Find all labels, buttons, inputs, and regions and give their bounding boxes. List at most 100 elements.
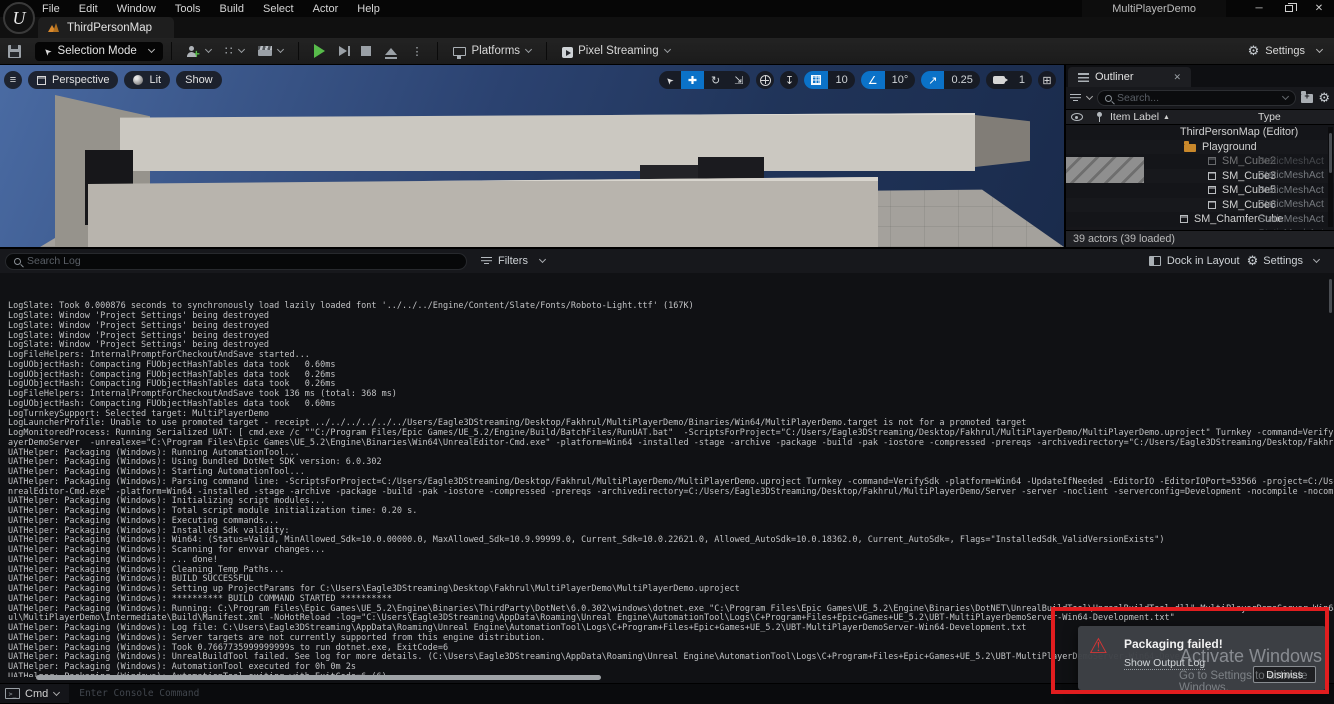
outliner-tab-label: Outliner [1095, 71, 1134, 83]
scale-snap-control: ↗ 0.25 [921, 71, 980, 89]
create-folder-icon[interactable] [1301, 94, 1313, 103]
visibility-column-icon[interactable] [1071, 113, 1083, 121]
viewport-menu-button[interactable]: ≡ [4, 71, 22, 89]
eject-button[interactable] [385, 48, 397, 55]
close-button[interactable]: ✕ [1304, 0, 1334, 17]
platforms-dropdown[interactable]: Platforms [453, 45, 531, 57]
world-space-button[interactable] [756, 71, 774, 89]
lit-dropdown[interactable]: Lit [124, 71, 170, 89]
dock-icon [1149, 256, 1161, 266]
actor-type: StaticMeshAct [1258, 199, 1328, 210]
settings-label: Settings [1265, 45, 1305, 57]
outliner-row[interactable]: Playground [1066, 140, 1334, 155]
scale-snap-button[interactable]: ↗ [921, 71, 944, 89]
cinematics-button[interactable] [258, 46, 283, 56]
outliner-settings-icon[interactable]: ⚙ [1318, 91, 1330, 106]
grid-snap-button[interactable] [804, 71, 828, 89]
rotate-tool-button[interactable]: ↻ [704, 71, 727, 89]
dismiss-button[interactable]: Dismiss [1253, 666, 1316, 683]
menu-item[interactable]: Edit [79, 3, 98, 15]
stop-button[interactable] [361, 46, 371, 56]
restore-button[interactable] [1274, 0, 1304, 17]
skip-button[interactable] [339, 46, 347, 56]
toast-title: Packaging failed! [1124, 637, 1223, 651]
actor-label: Playground [1202, 141, 1257, 153]
scale-snap-value[interactable]: 0.25 [944, 71, 979, 89]
outliner-row[interactable]: SM_Cube6 StaticMeshAct [1066, 198, 1334, 213]
filter-icon [481, 257, 492, 266]
outliner-filter-button[interactable] [1070, 94, 1092, 103]
pixel-streaming-dropdown[interactable]: Pixel Streaming [562, 44, 670, 58]
actor-type: StaticMeshAct [1258, 156, 1328, 167]
perspective-dropdown[interactable]: Perspective [28, 71, 118, 89]
actor-label: ThirdPersonMap (Editor) [1180, 126, 1298, 138]
scale-tool-button[interactable]: ⇲ [727, 71, 750, 89]
camera-speed-button[interactable] [986, 71, 1012, 89]
select-tool-button[interactable]: ➤ [659, 71, 681, 89]
pixel-streaming-icon [562, 47, 573, 58]
outliner-column-headers: Item Label ▲ Type [1066, 109, 1334, 125]
settings-dropdown[interactable]: ⚙ Settings [1248, 44, 1322, 59]
tab-thirdpersonmap[interactable]: ThirdPersonMap [38, 17, 174, 38]
chevron-down-icon[interactable] [53, 688, 60, 695]
type-column[interactable]: Type [1258, 111, 1281, 123]
blueprints-button[interactable]: ∷ [225, 44, 245, 58]
log-filters-dropdown[interactable]: Filters [481, 255, 545, 267]
item-label-column[interactable]: Item Label [1110, 111, 1159, 123]
maximize-viewport-button[interactable]: ⊞ [1038, 71, 1056, 89]
log-search-box[interactable] [5, 253, 467, 270]
menu-item[interactable]: Build [220, 3, 244, 15]
warning-icon: ⚠ [1089, 636, 1108, 657]
outliner-row[interactable]: SM_Cube5 StaticMeshAct [1066, 183, 1334, 198]
outliner-search-box[interactable] [1097, 90, 1296, 106]
output-log-panel: Filters Dock in Layout ⚙ Settings LogSla… [0, 247, 1334, 683]
eject-icon [385, 48, 397, 55]
menu-bar: File Edit Window Tools Build Select Actor Help [42, 0, 380, 17]
save-icon[interactable] [8, 45, 21, 58]
play-options-button[interactable]: ⋮ [411, 45, 422, 58]
play-button[interactable] [314, 44, 325, 58]
menu-item[interactable]: File [42, 3, 60, 15]
actor-type: StaticMeshAct [1258, 214, 1328, 225]
menu-item[interactable]: Help [357, 3, 380, 15]
grid-snap-value[interactable]: 10 [828, 71, 854, 89]
viewport[interactable]: ≡ Perspective Lit Show ➤ ✚ ↻ ⇲ ↧ 10 ∠ 10… [0, 65, 1064, 247]
outliner-row[interactable]: StaticMeshAct [1066, 227, 1334, 231]
outliner-footer: 39 actors (39 loaded) [1066, 230, 1334, 247]
log-lines[interactable]: LogSlate: Took 0.000876 seconds to synch… [0, 273, 1334, 677]
tab-outliner[interactable]: Outliner ✕ [1068, 67, 1191, 87]
rotation-snap-button[interactable]: ∠ [861, 71, 885, 89]
surface-snap-button[interactable]: ↧ [780, 71, 798, 89]
menu-item[interactable]: Tools [175, 3, 201, 15]
outliner-row[interactable]: SM_ChamferCube StaticMeshAct [1066, 212, 1334, 227]
chevron-down-icon [277, 46, 284, 53]
camera-speed-value[interactable]: 1 [1012, 71, 1032, 89]
pin-column-icon[interactable] [1095, 112, 1103, 122]
outliner-row[interactable]: ThirdPersonMap (Editor) [1066, 125, 1334, 140]
close-icon[interactable]: ✕ [1174, 72, 1182, 83]
log-vertical-scrollbar[interactable] [1328, 275, 1333, 675]
menu-item[interactable]: Actor [313, 3, 339, 15]
outliner-search-input[interactable] [1117, 92, 1272, 104]
packaging-failed-toast: ⚠ Packaging failed! Show Output Log Dism… [1078, 626, 1326, 690]
show-output-log-link[interactable]: Show Output Log [1124, 657, 1205, 670]
level-icon [48, 23, 60, 32]
menu-item[interactable]: Window [117, 3, 156, 15]
rotation-snap-value[interactable]: 10° [885, 71, 916, 89]
log-search-input[interactable] [27, 255, 458, 267]
move-tool-button[interactable]: ✚ [681, 71, 704, 89]
toolbar-separator [298, 42, 299, 60]
log-settings-dropdown[interactable]: ⚙ Settings [1247, 254, 1319, 269]
window-controls: ─ ✕ [1244, 0, 1334, 17]
minimize-button[interactable]: ─ [1244, 0, 1274, 17]
camera-speed-control: 1 [986, 71, 1032, 89]
menu-item[interactable]: Select [263, 3, 294, 15]
show-label: Show [185, 74, 213, 86]
add-actor-button[interactable]: + [187, 41, 211, 61]
lit-label: Lit [149, 74, 161, 86]
show-dropdown[interactable]: Show [176, 71, 222, 89]
outliner-scrollbar[interactable] [1328, 127, 1333, 227]
platforms-icon [453, 47, 466, 56]
selection-mode-dropdown[interactable]: ➤ Selection Mode [35, 42, 163, 61]
dock-in-layout-button[interactable]: Dock in Layout [1149, 255, 1240, 267]
